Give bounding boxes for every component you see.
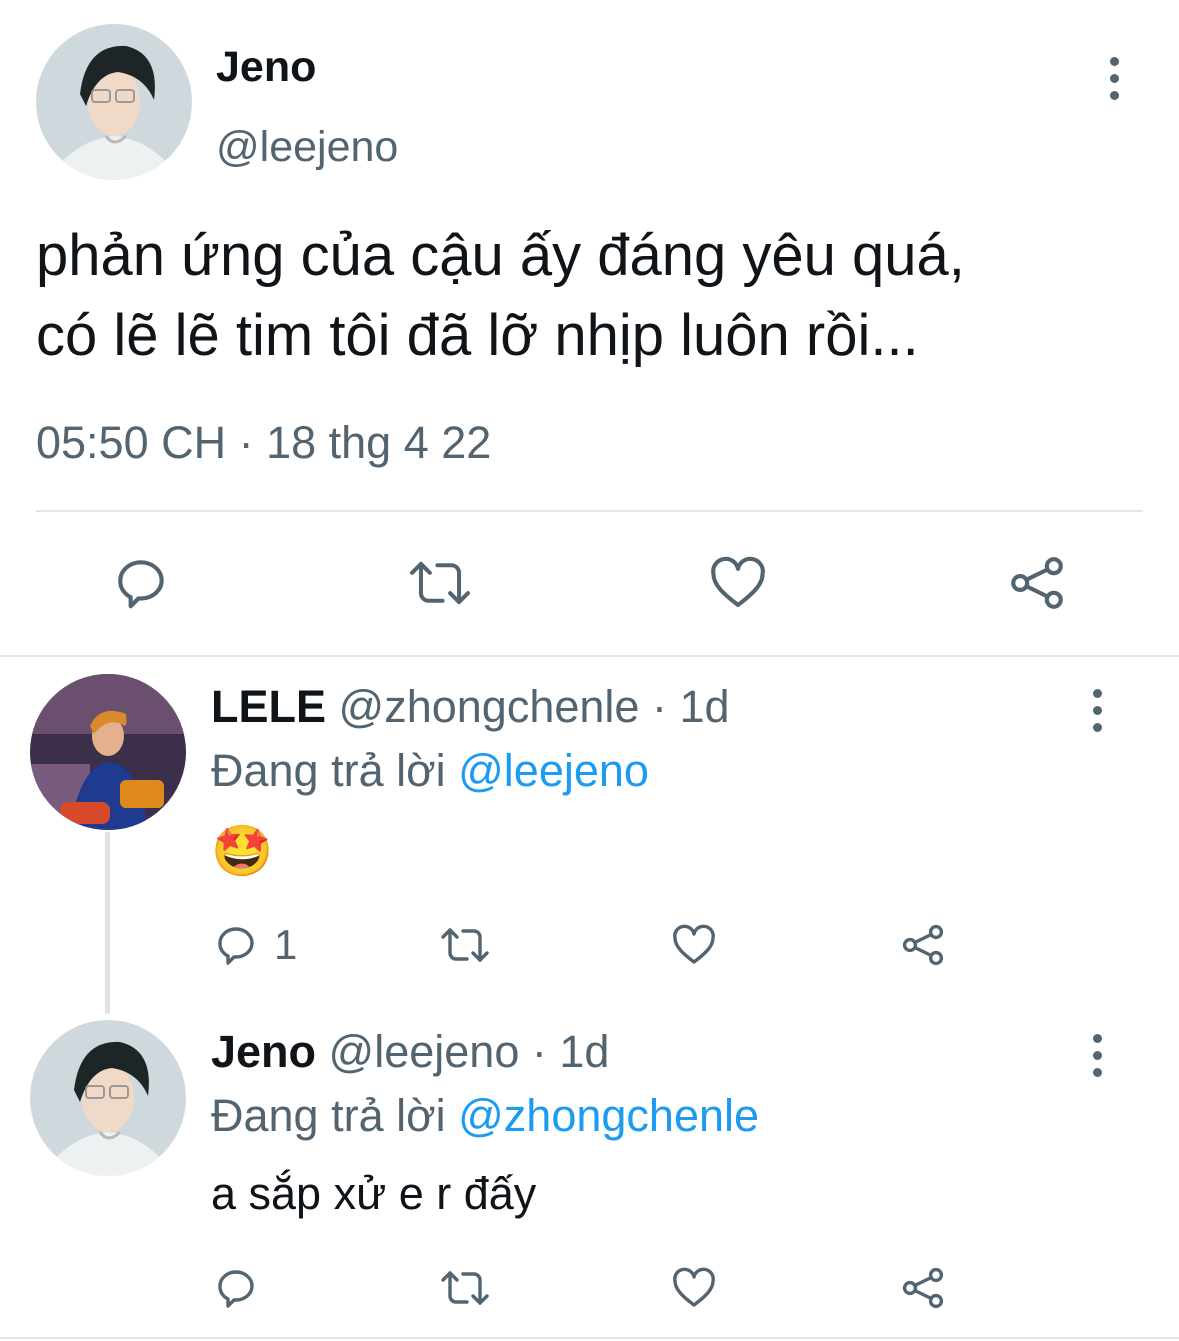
- replying-to: Đang trả lời @zhongchenle: [211, 1090, 759, 1142]
- reply-text: 🤩: [211, 823, 274, 879]
- like-icon[interactable]: [669, 1264, 719, 1312]
- tweet-text-line-2: có lẽ lẽ tim tôi đã lỡ nhịp luôn rồi...: [36, 303, 919, 368]
- share-icon[interactable]: [899, 1264, 947, 1312]
- share-icon[interactable]: [899, 921, 947, 969]
- divider: [36, 510, 1143, 512]
- author-name[interactable]: Jeno: [216, 42, 316, 92]
- reply-author-name[interactable]: Jeno: [211, 1026, 316, 1077]
- tweet-text-line-1: phản ứng của cậu ấy đáng yêu quá,: [36, 223, 965, 288]
- reply-author-handle[interactable]: @zhongchenle: [339, 681, 640, 732]
- replying-to-label: Đang trả lời: [211, 1090, 446, 1141]
- more-options-icon[interactable]: [1093, 689, 1102, 732]
- reply-icon[interactable]: [212, 1264, 260, 1312]
- reply-author-handle[interactable]: @leejeno: [329, 1026, 520, 1077]
- reply-author-name[interactable]: LELE: [211, 681, 326, 732]
- retweet-icon[interactable]: [439, 921, 491, 969]
- reply-icon[interactable]: [110, 552, 172, 614]
- reply-header: Jeno @leejeno · 1d: [211, 1026, 609, 1078]
- reply-text: a sắp xử e r đấy: [211, 1168, 537, 1219]
- like-icon[interactable]: [669, 921, 719, 969]
- tweet-text: phản ứng của cậu ấy đáng yêu quá, có lẽ …: [36, 216, 965, 376]
- author-handle[interactable]: @leejeno: [216, 122, 398, 172]
- reply-count: 1: [274, 921, 298, 968]
- avatar-jeno[interactable]: [30, 1020, 186, 1176]
- reply-icon[interactable]: [212, 921, 260, 969]
- reply-age: · 1d: [651, 681, 730, 732]
- reply-age: · 1d: [531, 1026, 610, 1077]
- retweet-icon[interactable]: [407, 552, 473, 614]
- avatar-lele[interactable]: [30, 674, 186, 830]
- avatar-jeno[interactable]: [36, 24, 192, 180]
- retweet-icon[interactable]: [439, 1264, 491, 1312]
- like-icon[interactable]: [707, 552, 769, 614]
- tweet-timestamp[interactable]: 05:50 CH · 18 thg 4 22: [36, 415, 491, 471]
- replying-to-label: Đang trả lời: [211, 745, 446, 796]
- replying-to-link[interactable]: @zhongchenle: [458, 1090, 759, 1141]
- more-options-icon[interactable]: [1093, 1034, 1102, 1077]
- thread-connector-line: [105, 832, 110, 1014]
- replying-to: Đang trả lời @leejeno: [211, 745, 649, 797]
- reply-header: LELE @zhongchenle · 1d: [211, 681, 730, 733]
- share-icon[interactable]: [1006, 552, 1068, 614]
- more-options-icon[interactable]: [1110, 57, 1119, 100]
- bottom-divider: [0, 1337, 1179, 1339]
- section-divider: [0, 655, 1179, 657]
- replying-to-link[interactable]: @leejeno: [458, 745, 649, 796]
